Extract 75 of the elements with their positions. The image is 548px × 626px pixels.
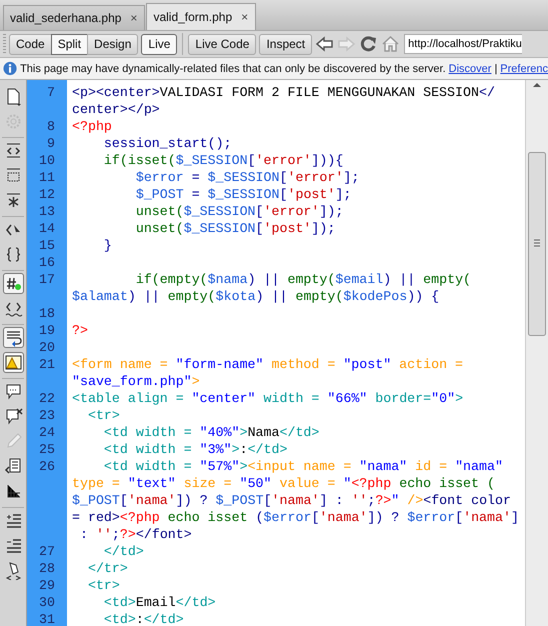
info-message: This page may have dynamically-related files that can only be discovered by the server. (20, 62, 446, 74)
code-line: </td> (102, 543, 145, 560)
toolbar-button[interactable]: Live Code (188, 34, 256, 54)
code-line: unset($_SESSION['post']); (134, 220, 336, 237)
line-number: 8 (46, 118, 56, 135)
info-icon (3, 61, 18, 76)
code-line: if(empty($nama) || empty($email) || empty( (134, 271, 472, 288)
code-line: center></p> (72, 101, 161, 118)
scroll-thumb[interactable] (528, 152, 546, 336)
code-line: unset($_SESSION['error']); (134, 203, 344, 220)
refresh-icon[interactable] (359, 35, 378, 53)
code-line: } (102, 237, 113, 254)
code-line: $_POST['nama']) ? $_POST['nama'] : '';?>" /><font color (72, 492, 512, 509)
line-number: 30 (38, 594, 56, 611)
line-number: 22 (38, 390, 56, 407)
line-number: 14 (38, 220, 56, 237)
code-line: $_POST = $_SESSION['post']; (134, 186, 352, 203)
code-line: session_start(); (102, 135, 233, 152)
line-number: 31 (38, 611, 56, 626)
line-number: 16 (38, 254, 56, 271)
view-button[interactable]: Split (50, 34, 88, 54)
code-line: <tr> (86, 577, 121, 594)
line-number: 29 (38, 577, 56, 594)
document-tab[interactable]: valid_sederhana.php × (3, 5, 146, 30)
line-number: 27 (38, 543, 56, 560)
line-number: 18 (38, 305, 56, 322)
code-line: ?> (72, 322, 89, 339)
line-number: 24 (38, 424, 56, 441)
code-line: type = "text" size = "50" value = "<?php echo isset ( (72, 475, 496, 492)
code-line: <?php (72, 118, 113, 135)
code-line: <td width = "3%">:</td> (102, 441, 288, 458)
line-number: 10 (38, 152, 56, 169)
separator-text: | (494, 62, 498, 74)
code-line: <form name = "form-name" method = "post" action = (72, 356, 464, 373)
line-number: 11 (38, 169, 56, 186)
live-button[interactable]: Live (141, 34, 178, 54)
toolbar-button[interactable]: Inspect (259, 34, 312, 54)
code-line: $alamat) || empty($kota) || empty($kodePos)) { (72, 288, 440, 305)
code-line: = red><?php echo isset ($error['nama']) ? $error['nama'] (72, 509, 520, 526)
code-line: <td>:</td> (102, 611, 185, 626)
code-line: <td>Email</td> (102, 594, 217, 611)
address-field[interactable]: http://localhost/Praktiku (404, 34, 522, 54)
line-number: 17 (38, 271, 56, 288)
line-number: 9 (46, 135, 56, 152)
line-number: 20 (38, 339, 56, 356)
link[interactable]: Discover (448, 62, 492, 74)
code-line: <tr> (86, 407, 121, 424)
line-number: 13 (38, 203, 56, 220)
scrollbar[interactable] (525, 80, 548, 626)
line-number: 21 (38, 356, 56, 373)
line-number: 28 (38, 560, 56, 577)
code-line: </tr> (86, 560, 129, 577)
document-tab[interactable]: valid_form.php × (146, 3, 256, 30)
view-button[interactable]: Design (87, 34, 138, 54)
close-icon[interactable]: × (130, 11, 138, 25)
code-line: <table align = "center" width = "66%" border="0"> (72, 390, 464, 407)
line-number: 25 (38, 441, 56, 458)
line-number: 12 (38, 186, 56, 203)
close-icon[interactable]: × (241, 10, 248, 24)
view-button[interactable]: Code (9, 34, 52, 54)
code-line: <td width = "40%">Nama</td> (102, 424, 320, 441)
code-line: "save_form.php"> (72, 373, 201, 390)
line-number: 23 (38, 407, 56, 424)
link[interactable]: Preferenc (500, 62, 548, 74)
line-number: 26 (38, 458, 56, 475)
code-line: if(isset($_SESSION['error'])){ (102, 152, 344, 169)
code-line: <td width = "57%"><input name = "nama" id = "nama" (102, 458, 504, 475)
line-number: 7 (46, 84, 56, 101)
code-line: <p><center>VALIDASI FORM 2 FILE MENGGUNAKAN SESSION</ (72, 84, 496, 101)
home-icon[interactable] (381, 35, 400, 53)
back-arrow-icon[interactable] (315, 35, 334, 53)
code-line: : '';?></font> (78, 526, 193, 543)
line-number: 15 (38, 237, 56, 254)
code-line: $error = $_SESSION['error']; (134, 169, 360, 186)
line-number: 19 (38, 322, 56, 339)
